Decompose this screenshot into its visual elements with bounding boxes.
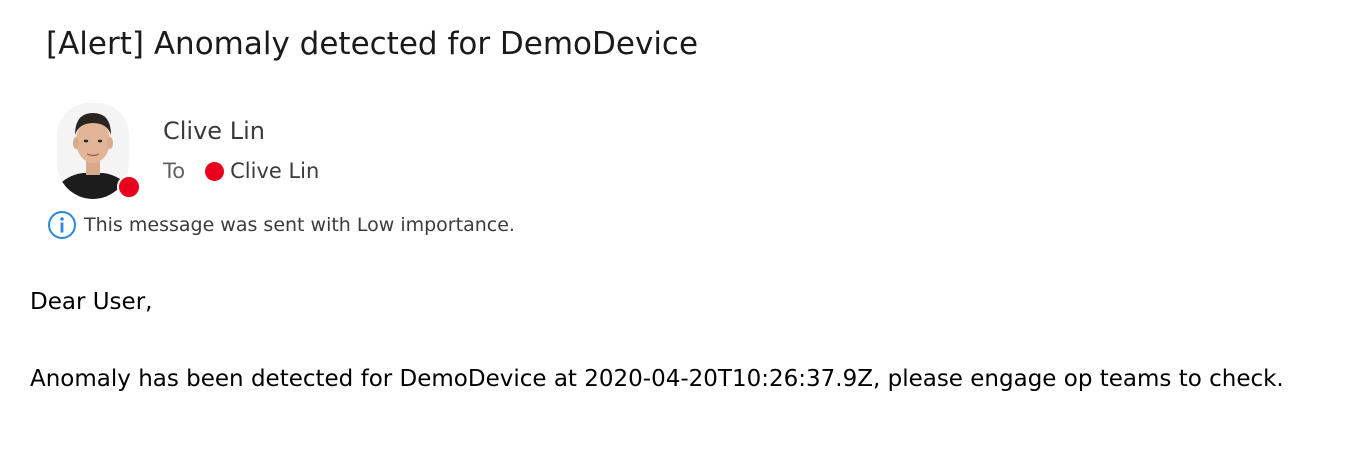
recipient-name[interactable]: Clive Lin [230,159,319,183]
sender-avatar-container[interactable] [57,103,141,199]
email-subject: [Alert] Anomaly detected for DemoDevice [46,26,699,62]
importance-text: This message was sent with Low importanc… [84,214,515,236]
info-icon [48,211,76,239]
email-greeting: Dear User, [30,289,153,315]
presence-status-icon [117,175,141,199]
importance-notice: This message was sent with Low importanc… [47,210,515,240]
sender-name[interactable]: Clive Lin [163,117,265,145]
email-message: Anomaly has been detected for DemoDevice… [30,366,1284,392]
to-label: To [163,159,186,183]
recipients-line: To Clive Lin [163,159,319,183]
recipient-presence-icon [205,161,225,181]
